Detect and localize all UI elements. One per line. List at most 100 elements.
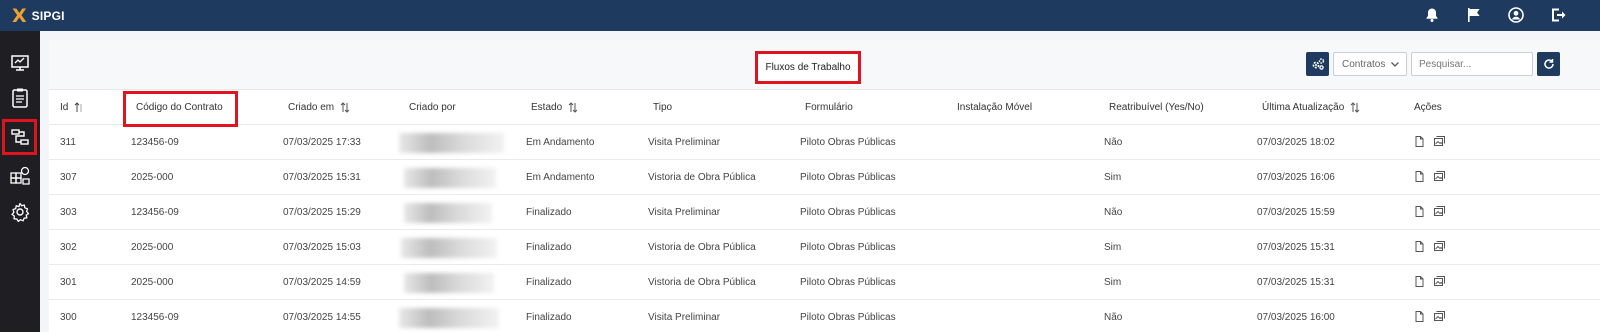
row-actions [1415,160,1445,195]
column-header-created-at[interactable]: Criado em [288,90,350,125]
cell-id: 301 [60,277,77,288]
cell-created-at: 07/03/2025 17:33 [283,137,361,148]
cell-reassign: Não [1104,207,1123,218]
document-icon[interactable] [1415,170,1424,185]
column-header-created-at-label: Criado em [288,102,335,113]
cell-updated: 07/03/2025 15:59 [1257,207,1335,218]
column-header-reassign[interactable]: Reatribuível (Yes/No) [1109,90,1204,125]
column-header-form-label: Formulário [805,102,853,113]
redacted-created-by [401,238,497,258]
cell-contract: 123456-09 [131,207,179,218]
column-header-state-label: Estado [531,102,563,113]
sort-asc-icon[interactable] [74,102,84,113]
cell-updated: 07/03/2025 16:06 [1257,172,1335,183]
cell-id: 307 [60,172,77,183]
cell-created-at: 07/03/2025 15:03 [283,242,361,253]
document-icon[interactable] [1415,275,1424,290]
gear-icon[interactable] [6,198,34,226]
cell-type: Visita Preliminar [648,312,721,323]
cell-state: Em Andamento [526,172,595,183]
table-row[interactable]: 300 123456-09 07/03/2025 14:55 Finalizad… [49,300,1600,332]
cell-type: Vistoria de Obra Pública [648,242,756,253]
column-header-id[interactable]: Id [60,90,84,125]
cell-reassign: Sim [1104,277,1122,288]
workflow-icon[interactable] [2,119,37,155]
logout-icon[interactable] [1550,7,1566,23]
cell-created-at: 07/03/2025 15:29 [283,207,361,218]
column-header-type[interactable]: Tipo [653,90,672,125]
cell-form: Piloto Obras Públicas [800,242,896,253]
document-icon[interactable] [1415,135,1424,150]
column-header-created-by-label: Criado por [409,102,456,113]
gallery-icon[interactable] [1434,136,1445,149]
page-title: Fluxos de Trabalho [755,51,861,84]
cell-created-at: 07/03/2025 15:31 [283,172,361,183]
sort-icon[interactable] [1350,102,1360,113]
column-header-updated[interactable]: Última Atualização [1262,90,1360,125]
sort-icon[interactable] [568,102,578,113]
cell-id: 302 [60,242,77,253]
cell-id: 311 [60,137,76,148]
cell-contract: 2025-000 [131,242,174,253]
cell-reassign: Não [1104,312,1123,323]
cell-contract: 2025-000 [131,277,174,288]
entity-select-value: Contratos [1342,58,1386,70]
user-icon[interactable] [1508,7,1524,23]
column-header-type-label: Tipo [653,102,673,113]
cogs-icon [1312,58,1324,70]
cell-reassign: Sim [1104,172,1122,183]
logo-mark: X [12,4,27,27]
flag-icon[interactable] [1466,7,1482,23]
cell-form: Piloto Obras Públicas [800,137,896,148]
column-header-state[interactable]: Estado [531,90,578,125]
refresh-button[interactable] [1537,52,1560,76]
gallery-icon[interactable] [1434,311,1445,324]
column-header-form[interactable]: Formulário [805,90,853,125]
gallery-icon[interactable] [1434,276,1445,289]
gallery-icon[interactable] [1434,206,1445,219]
redacted-created-by [404,273,494,293]
refresh-icon [1543,59,1554,69]
column-header-id-label: Id [60,102,69,113]
app-logo[interactable]: X SIPGI [12,6,65,26]
document-icon[interactable] [1415,205,1424,220]
document-icon[interactable] [1415,240,1424,255]
redacted-created-by [399,133,504,153]
dashboard-icon[interactable] [6,49,34,77]
column-header-created-by[interactable]: Criado por [409,90,456,125]
table-row[interactable]: 311 123456-09 07/03/2025 17:33 Em Andame… [49,125,1600,160]
row-actions [1415,230,1445,265]
entity-select[interactable]: Contratos [1333,52,1407,76]
cell-state: Em Andamento [526,137,595,148]
column-header-reassign-label: Reatribuível (Yes/No) [1109,102,1204,113]
app-name: SIPGI [31,9,65,23]
cell-contract: 123456-09 [131,312,179,323]
modules-icon[interactable] [6,162,34,190]
row-actions [1415,300,1445,332]
table-row[interactable]: 301 2025-000 07/03/2025 14:59 Finalizado… [49,265,1600,300]
main-content: Fluxos de Trabalho Contratos Id Código d… [49,40,1600,332]
table-row[interactable]: 307 2025-000 07/03/2025 15:31 Em Andamen… [49,160,1600,195]
cell-reassign: Não [1104,137,1123,148]
gallery-icon[interactable] [1434,241,1445,254]
sort-icon[interactable] [340,102,350,113]
column-header-actions: Ações [1414,90,1442,125]
row-actions [1415,265,1445,300]
redacted-created-by [399,308,499,328]
bell-icon[interactable] [1424,7,1440,23]
cell-updated: 07/03/2025 15:31 [1257,277,1335,288]
cell-updated: 07/03/2025 18:02 [1257,137,1335,148]
table-row[interactable]: 302 2025-000 07/03/2025 15:03 Finalizado… [49,230,1600,265]
cell-id: 303 [60,207,77,218]
clipboard-icon[interactable] [6,84,34,112]
cell-type: Vistoria de Obra Pública [648,172,756,183]
cell-contract: 2025-000 [131,172,174,183]
settings-button[interactable] [1306,52,1329,76]
table-row[interactable]: 303 123456-09 07/03/2025 15:29 Finalizad… [49,195,1600,230]
search-input[interactable] [1411,52,1533,76]
gallery-icon[interactable] [1434,171,1445,184]
column-header-mobile[interactable]: Instalação Móvel [957,90,1032,125]
document-icon[interactable] [1415,310,1424,325]
cell-created-at: 07/03/2025 14:59 [283,277,361,288]
cell-updated: 07/03/2025 16:00 [1257,312,1335,323]
